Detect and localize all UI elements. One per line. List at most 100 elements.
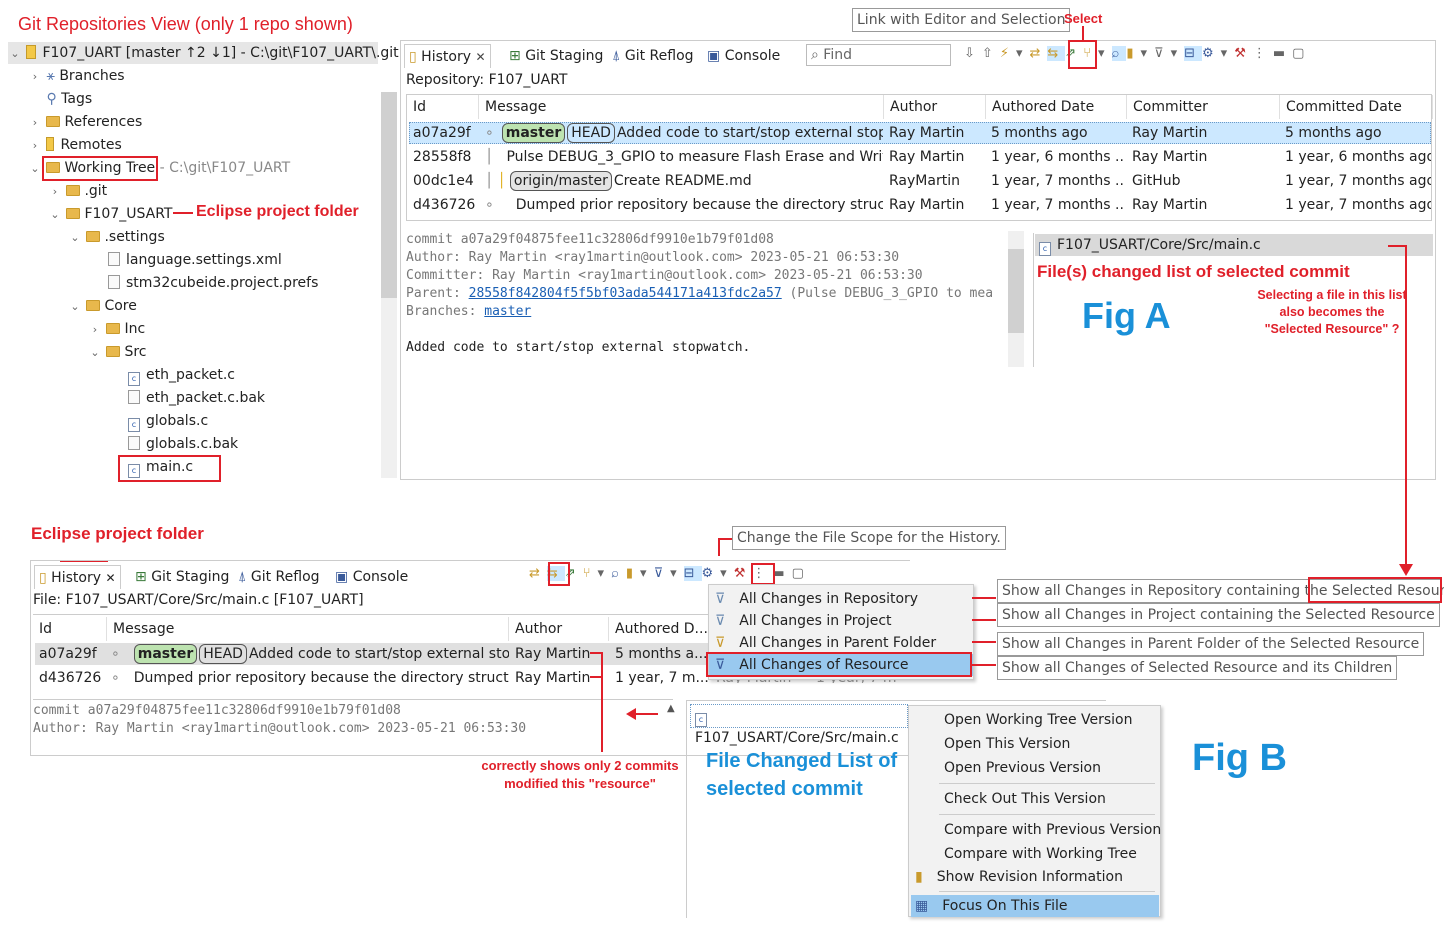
layout-icon[interactable]: ⊟ xyxy=(683,566,702,581)
dropdown-icon[interactable]: ▾ xyxy=(1098,46,1112,61)
dropdown-icon[interactable]: ▾ xyxy=(1016,46,1030,61)
filter-icon[interactable]: ⊽ xyxy=(654,566,671,581)
layout-icon[interactable]: ⊟ xyxy=(1184,46,1202,61)
menu-item-open-previous-version[interactable]: Open Previous Version xyxy=(944,757,1101,779)
menu-item-open-working-tree[interactable]: Open Working Tree Version xyxy=(944,709,1133,731)
branch-link[interactable]: master xyxy=(484,304,531,319)
dropdown-icon[interactable]: ▾ xyxy=(640,566,654,581)
next-icon[interactable]: ⇩ xyxy=(964,46,982,61)
column-header[interactable]: Author xyxy=(884,95,986,119)
close-icon[interactable]: ✕ xyxy=(475,50,485,64)
tree-file[interactable]: eth_packet.c.bak xyxy=(128,387,265,409)
tools-icon[interactable]: ⚒ xyxy=(734,566,753,581)
tree-remotes[interactable]: › Remotes xyxy=(28,134,122,156)
tree-file[interactable]: c globals.c xyxy=(128,410,208,432)
repo-filter-icon[interactable]: ▮ xyxy=(1126,46,1140,61)
menu-item-all-changes-project[interactable]: ⊽ All Changes in Project xyxy=(709,610,973,632)
tree-tags[interactable]: ⚲ Tags xyxy=(28,88,92,110)
tab-console[interactable]: ▣ Console xyxy=(331,565,412,589)
column-header[interactable]: Authored Date xyxy=(986,95,1127,119)
maximize-icon[interactable]: ▢ xyxy=(792,566,811,581)
tree-core-folder[interactable]: ⌄ Core xyxy=(68,295,136,318)
changed-file-row[interactable]: cF107_USART/Core/Src/main.c xyxy=(1035,234,1433,256)
tree-file[interactable]: stm32cubeide.project.prefs xyxy=(108,272,318,294)
menu-item-all-changes-folder[interactable]: ⊽ All Changes in Parent Folder xyxy=(709,632,973,654)
zoom-icon[interactable]: ⌕ xyxy=(1111,46,1127,61)
tree-file[interactable]: globals.c.bak xyxy=(128,433,238,455)
details-scrollbar[interactable] xyxy=(1008,231,1024,367)
parent-link[interactable]: 28558f842804f5f5bf03ada544171a413fdc2a57 xyxy=(469,286,782,301)
maximize-icon[interactable]: ▢ xyxy=(1292,46,1311,61)
compare-icon[interactable]: ⚡ xyxy=(1000,46,1016,61)
tree-branches[interactable]: › ⚹ Branches xyxy=(28,65,125,87)
tree-inc-folder[interactable]: › Inc xyxy=(88,318,145,340)
more-icon[interactable]: ⋮ xyxy=(1253,46,1273,61)
minimize-icon[interactable]: ▬ xyxy=(1273,46,1292,61)
tree-src-folder[interactable]: ⌄ Src xyxy=(88,341,146,364)
repo-filter-icon[interactable]: ▮ xyxy=(626,566,640,581)
tab-git-reflog[interactable]: ⍋ Git Reflog xyxy=(234,565,324,589)
menu-item-compare-previous[interactable]: Compare with Previous Version xyxy=(944,819,1161,841)
dropdown-icon[interactable]: ▾ xyxy=(1141,46,1155,61)
tab-git-staging[interactable]: ⊞ Git Staging xyxy=(131,565,233,589)
settings-icon[interactable]: ⚙ xyxy=(1202,46,1221,61)
dropdown-icon[interactable]: ▾ xyxy=(598,566,612,581)
tree-references[interactable]: › References xyxy=(28,111,142,133)
chevron-right-icon[interactable]: › xyxy=(28,135,42,157)
tools-icon[interactable]: ⚒ xyxy=(1234,46,1253,61)
changed-file-row[interactable]: cF107_USART/Core/Src/main.c xyxy=(690,704,908,746)
tree-file[interactable]: c eth_packet.c xyxy=(128,364,235,386)
tab-git-reflog[interactable]: ⍋ Git Reflog xyxy=(608,44,698,68)
column-header[interactable]: Authored D... xyxy=(609,617,709,641)
dropdown-icon[interactable]: ▾ xyxy=(1221,46,1235,61)
column-header[interactable]: Id xyxy=(33,617,107,641)
chevron-down-icon[interactable]: ⌄ xyxy=(28,158,42,180)
chevron-down-icon[interactable]: ⌄ xyxy=(48,204,62,226)
chevron-right-icon[interactable]: › xyxy=(28,66,42,88)
sync-icon[interactable]: ⇄ xyxy=(529,566,547,581)
chevron-right-icon[interactable]: › xyxy=(88,319,102,341)
tree-project-folder[interactable]: ⌄ F107_USART xyxy=(48,203,172,225)
chevron-down-icon[interactable]: ⌄ xyxy=(68,227,82,249)
close-icon[interactable]: ✕ xyxy=(105,571,115,585)
menu-item-show-revision-info[interactable]: ▮ Show Revision Information xyxy=(915,866,1123,888)
chevron-right-icon[interactable]: › xyxy=(48,181,62,203)
column-header[interactable]: Message xyxy=(479,95,884,119)
chevron-right-icon[interactable]: › xyxy=(28,112,42,134)
tab-history[interactable]: ▯ History ✕ xyxy=(34,565,121,589)
scroll-up-icon[interactable]: ▲ xyxy=(667,703,675,714)
search-icon[interactable]: ⌕ xyxy=(611,566,626,581)
tree-scrollbar[interactable] xyxy=(381,92,397,478)
menu-item-compare-working-tree[interactable]: Compare with Working Tree xyxy=(944,843,1137,865)
chevron-down-icon[interactable]: ⌄ xyxy=(68,296,82,318)
column-header[interactable]: Committer xyxy=(1127,95,1280,119)
filter-icon[interactable]: ⊽ xyxy=(1154,46,1171,61)
menu-item-open-this-version[interactable]: Open This Version xyxy=(944,733,1070,755)
minimize-icon[interactable]: ▬ xyxy=(772,566,791,581)
tab-history[interactable]: ▯ History ✕ xyxy=(404,44,491,68)
column-header[interactable]: Message xyxy=(107,617,509,641)
tab-git-staging[interactable]: ⊞ Git Staging xyxy=(505,44,607,68)
chevron-down-icon[interactable]: ⌄ xyxy=(88,342,102,364)
tree-file[interactable]: language.settings.xml xyxy=(108,249,282,271)
dropdown-icon[interactable]: ▾ xyxy=(1171,46,1185,61)
branch-icon[interactable]: ⑂ xyxy=(583,566,598,581)
previous-icon[interactable]: ⇧ xyxy=(982,46,1000,61)
settings-icon[interactable]: ⚙ xyxy=(702,566,721,581)
find-input[interactable]: ⌕ Find xyxy=(806,44,951,66)
tab-console[interactable]: ▣ Console xyxy=(703,44,784,68)
tree-repo[interactable]: ⌄ F107_UART [master ↑2 ↓1] - C:\git\F107… xyxy=(8,42,399,65)
dropdown-icon[interactable]: ▾ xyxy=(720,566,734,581)
column-header[interactable]: Id xyxy=(407,95,479,119)
menu-item-all-changes-repository[interactable]: ⊽ All Changes in Repository xyxy=(709,588,973,610)
link-editor-icon[interactable]: ⇆ xyxy=(1047,46,1066,61)
tree-settings-folder[interactable]: ⌄ .settings xyxy=(68,226,164,249)
dropdown-icon[interactable]: ▾ xyxy=(670,566,684,581)
column-header[interactable]: Committed Date xyxy=(1280,95,1433,119)
column-header[interactable]: Author xyxy=(509,617,609,641)
menu-item-focus-on-file[interactable]: ▦ Focus On This File xyxy=(911,895,1159,917)
sync-icon[interactable]: ⇄ xyxy=(1029,46,1047,61)
chevron-down-icon[interactable]: ⌄ xyxy=(8,43,22,65)
tree-git-folder[interactable]: › .git xyxy=(48,180,107,202)
menu-item-check-out[interactable]: Check Out This Version xyxy=(944,788,1106,810)
